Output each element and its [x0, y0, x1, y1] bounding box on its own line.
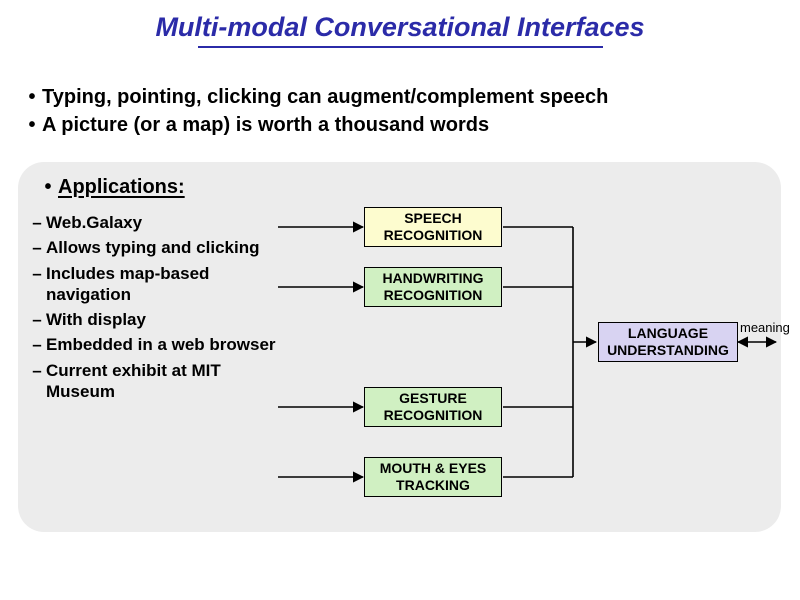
sub-item-text: Includes map-based navigation: [46, 263, 278, 306]
node-label: MOUTH & EYES TRACKING: [380, 460, 487, 494]
bullet-dot-icon: •: [22, 112, 42, 138]
node-label: SPEECH RECOGNITION: [384, 210, 483, 244]
list-item: • Typing, pointing, clicking can augment…: [22, 84, 780, 110]
node-label: LANGUAGE UNDERSTANDING: [607, 325, 729, 359]
applications-label-text: Applications:: [58, 176, 185, 199]
node-handwriting-recognition: HANDWRITING RECOGNITION: [364, 267, 502, 307]
bullet-dot-icon: •: [22, 84, 42, 110]
dash-icon: –: [28, 237, 46, 258]
list-item: • A picture (or a map) is worth a thousa…: [22, 112, 780, 138]
list-item: – Allows typing and clicking: [28, 237, 278, 258]
bullet-dot-icon: •: [38, 174, 58, 200]
output-meaning-label: meaning: [740, 320, 790, 335]
applications-heading: • Applications:: [38, 174, 185, 200]
bullet-text: Typing, pointing, clicking can augment/c…: [42, 84, 608, 110]
list-item: – With display: [28, 309, 278, 330]
bullet-text: A picture (or a map) is worth a thousand…: [42, 112, 489, 138]
list-item: – Current exhibit at MIT Museum: [28, 360, 278, 403]
dash-icon: –: [28, 212, 46, 233]
dash-icon: –: [28, 360, 46, 381]
node-speech-recognition: SPEECH RECOGNITION: [364, 207, 502, 247]
list-item: – Web.Galaxy: [28, 212, 278, 233]
sub-item-text: Embedded in a web browser: [46, 334, 276, 355]
node-gesture-recognition: GESTURE RECOGNITION: [364, 387, 502, 427]
flow-diagram: SPEECH RECOGNITION HANDWRITING RECOGNITI…: [278, 182, 778, 522]
node-label: HANDWRITING RECOGNITION: [382, 270, 483, 304]
sub-item-text: With display: [46, 309, 146, 330]
sub-item-text: Web.Galaxy: [46, 212, 142, 233]
node-label: GESTURE RECOGNITION: [384, 390, 483, 424]
applications-sublist: – Web.Galaxy – Allows typing and clickin…: [28, 212, 278, 406]
content-panel: • Applications: – Web.Galaxy – Allows ty…: [18, 162, 781, 532]
node-mouth-eyes-tracking: MOUTH & EYES TRACKING: [364, 457, 502, 497]
list-item: – Includes map-based navigation: [28, 263, 278, 306]
slide: Multi-modal Conversational Interfaces • …: [0, 0, 800, 600]
sub-item-text: Allows typing and clicking: [46, 237, 259, 258]
list-item: – Embedded in a web browser: [28, 334, 278, 355]
dash-icon: –: [28, 263, 46, 284]
dash-icon: –: [28, 334, 46, 355]
top-bullet-list: • Typing, pointing, clicking can augment…: [22, 84, 780, 140]
node-language-understanding: LANGUAGE UNDERSTANDING: [598, 322, 738, 362]
slide-title: Multi-modal Conversational Interfaces: [0, 12, 800, 48]
sub-item-text: Current exhibit at MIT Museum: [46, 360, 278, 403]
dash-icon: –: [28, 309, 46, 330]
